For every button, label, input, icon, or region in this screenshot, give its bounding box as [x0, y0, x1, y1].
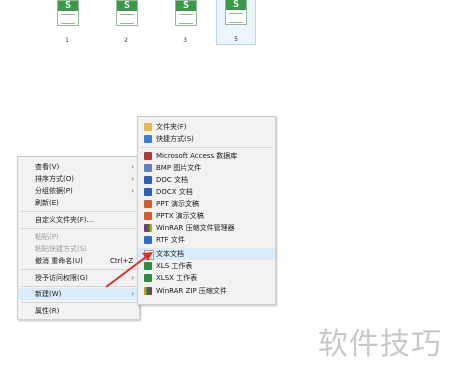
docx-icon — [144, 188, 152, 196]
folder-icon — [144, 123, 152, 131]
menu-item-group-by[interactable]: 分组依据(P) › — [18, 185, 139, 197]
shortcut-text: Ctrl+Z — [110, 257, 134, 265]
submenu-item-docx[interactable]: DOCX 文档 — [138, 186, 275, 198]
submenu-item-doc[interactable]: DOC 文档 — [138, 174, 275, 186]
ppt-icon — [144, 200, 152, 208]
chevron-right-icon: › — [131, 175, 134, 183]
file-item-2[interactable]: S 2 — [108, 0, 144, 44]
menu-item-refresh[interactable]: 刷新(E) — [18, 197, 139, 209]
text-document-icon — [144, 250, 154, 260]
menu-item-view[interactable]: 查看(V) › — [18, 161, 139, 173]
menu-item-new[interactable]: 新建(W) › — [18, 288, 139, 300]
menu-item-sort-by[interactable]: 排序方式(O) › — [18, 173, 139, 185]
xls-icon — [144, 262, 152, 270]
submenu-item-shortcut[interactable]: 快捷方式(S) — [138, 133, 275, 145]
desktop-context-menu: 查看(V) › 排序方式(O) › 分组依据(P) › 刷新(E) 自定义文件夹… — [17, 156, 140, 320]
doc-icon — [144, 176, 152, 184]
winrar-zip-icon — [144, 287, 152, 295]
submenu-item-xlsx[interactable]: XLSX 工作表 — [138, 272, 275, 284]
menu-separator — [21, 269, 136, 270]
pptx-icon — [144, 212, 152, 220]
spreadsheet-file-icon: S — [225, 0, 247, 25]
submenu-item-ppt[interactable]: PPT 演示文稿 — [138, 198, 275, 210]
file-name: 5 — [234, 36, 238, 43]
menu-item-undo-rename[interactable]: 撤消 重命名(U) Ctrl+Z — [18, 255, 139, 267]
menu-item-properties[interactable]: 属性(R) — [18, 305, 139, 317]
file-item-1[interactable]: S 1 — [49, 0, 85, 44]
submenu-item-rtf[interactable]: RTF 文件 — [138, 234, 275, 246]
submenu-item-access-db[interactable]: Microsoft Access 数据库 — [138, 150, 275, 162]
file-item-3[interactable]: S 3 — [167, 0, 203, 44]
menu-separator — [21, 211, 136, 212]
spreadsheet-file-icon: S — [175, 0, 197, 26]
shortcut-icon — [144, 135, 152, 143]
submenu-item-folder[interactable]: 文件夹(F) — [138, 121, 275, 133]
file-item-5[interactable]: S 5 — [216, 0, 256, 45]
rtf-icon — [144, 236, 152, 244]
chevron-right-icon: › — [131, 187, 134, 195]
file-name: 3 — [183, 37, 187, 44]
submenu-item-xls[interactable]: XLS 工作表 — [138, 260, 275, 272]
menu-separator — [21, 286, 136, 287]
submenu-item-bmp[interactable]: BMP 图片文件 — [138, 162, 275, 174]
chevron-right-icon: › — [131, 290, 134, 298]
new-submenu: 文件夹(F) 快捷方式(S) Microsoft Access 数据库 BMP … — [137, 116, 276, 305]
menu-item-paste: 粘贴(P) — [35, 233, 59, 241]
chevron-right-icon: › — [131, 274, 134, 282]
file-name: 1 — [65, 37, 69, 44]
submenu-item-pptx[interactable]: PPTX 演示文稿 — [138, 210, 275, 222]
spreadsheet-file-icon: S — [57, 0, 79, 26]
menu-item-customize-folder[interactable]: 自定义文件夹(F)... — [18, 214, 139, 226]
menu-item-give-access[interactable]: 授予访问权限(G) › — [18, 272, 139, 284]
menu-separator — [21, 302, 136, 303]
access-icon — [144, 152, 152, 160]
submenu-item-winrar[interactable]: WinRAR 压缩文件管理器 — [138, 222, 275, 234]
submenu-item-text-document[interactable]: 文本文档 — [138, 248, 275, 260]
file-name: 2 — [124, 37, 128, 44]
bmp-icon — [144, 164, 152, 172]
menu-item-paste-shortcut: 粘贴快捷方式(S) — [35, 245, 87, 253]
xlsx-icon — [144, 274, 152, 282]
menu-separator — [21, 228, 136, 229]
winrar-icon — [144, 224, 152, 232]
spreadsheet-file-icon: S — [116, 0, 138, 26]
submenu-item-winrar-zip[interactable]: WinRAR ZIP 压缩文件 — [138, 285, 275, 297]
watermark: 软件技巧 — [318, 327, 442, 362]
chevron-right-icon: › — [131, 163, 134, 171]
menu-separator — [141, 147, 272, 148]
